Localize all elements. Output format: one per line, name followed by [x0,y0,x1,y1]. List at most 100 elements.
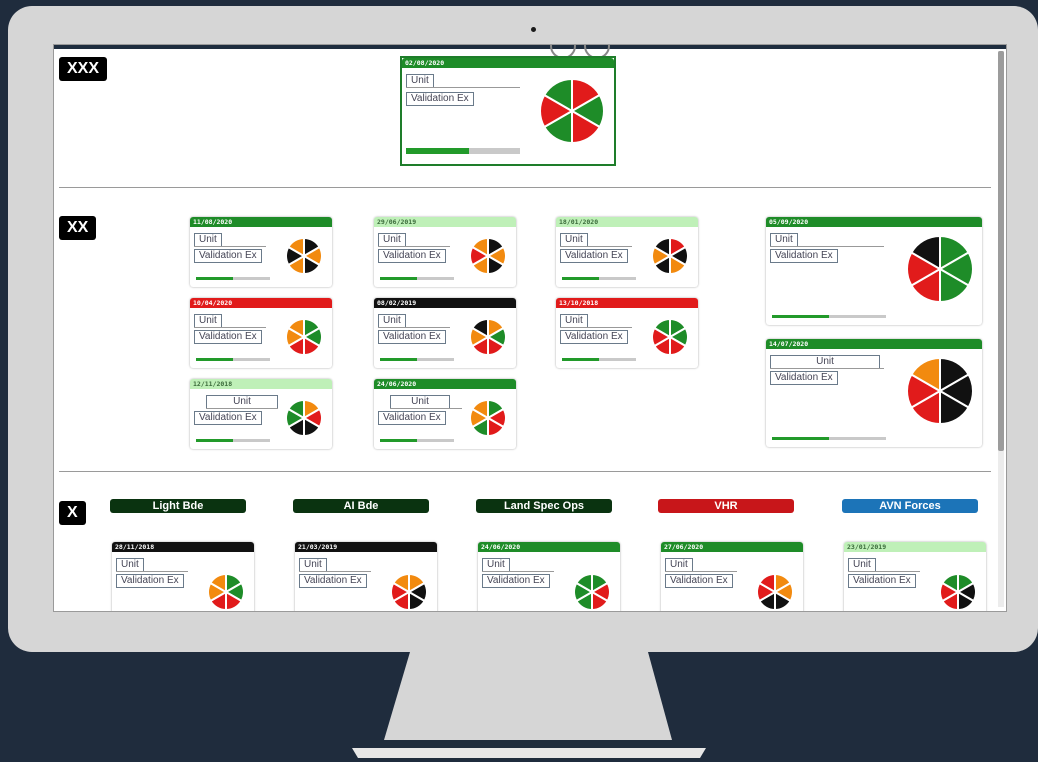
validation-field[interactable]: Validation Ex [482,574,550,588]
progress-fill [562,358,599,361]
card-date-header: 12/11/2018 [190,379,332,389]
card-date-header: 24/06/2020 [478,542,620,552]
validation-field[interactable]: Validation Ex [378,411,446,425]
status-card[interactable]: 28/11/2018 Unit Validation Ex [112,542,254,611]
progress-fill [380,439,417,442]
unit-field[interactable]: Unit [194,314,222,328]
validation-field[interactable]: Validation Ex [560,249,628,263]
status-pie-chart [573,573,611,611]
formation-button[interactable]: AI Bde [293,499,429,513]
unit-field[interactable]: Unit [560,233,588,247]
status-card[interactable]: 18/01/2020 Unit Validation Ex [556,217,698,287]
dashboard-screen: XXX XX X 02/08/2020 Unit Validation Ex 11/0… [53,44,1007,612]
unit-underline [665,571,737,572]
status-pie-chart [756,573,794,611]
validation-field[interactable]: Validation Ex [406,92,474,106]
formation-button[interactable]: Land Spec Ops [476,499,612,513]
validation-field[interactable]: Validation Ex [194,330,262,344]
status-card[interactable]: 11/08/2020 Unit Validation Ex [190,217,332,287]
status-card[interactable]: 05/09/2020 Unit Validation Ex [766,217,982,325]
status-card[interactable]: 13/10/2018 Unit Validation Ex [556,298,698,368]
status-pie-chart [906,235,974,303]
level-label-xxx: XXX [59,57,108,81]
unit-underline [390,408,462,409]
card-date-header: 05/09/2020 [766,217,982,227]
validation-field[interactable]: Validation Ex [665,574,733,588]
unit-field[interactable]: Unit [194,233,222,247]
status-card[interactable]: 14/07/2020 Unit Validation Ex [766,339,982,447]
card-date-header: 21/03/2019 [295,542,437,552]
progress-fill [772,437,829,440]
unit-field[interactable]: Unit [390,395,450,409]
progress-fill [562,277,599,280]
validation-field[interactable]: Validation Ex [299,574,367,588]
status-pie-chart [651,318,689,356]
unit-field[interactable]: Unit [665,558,693,572]
status-pie-chart [939,573,977,611]
progress-bar [196,358,270,361]
unit-field[interactable]: Unit [378,314,406,328]
progress-fill [772,315,829,318]
card-date-header: 11/08/2020 [190,217,332,227]
unit-underline [378,327,450,328]
unit-field[interactable]: Unit [770,233,798,247]
validation-field[interactable]: Validation Ex [560,330,628,344]
status-card[interactable]: 08/02/2019 Unit Validation Ex [374,298,516,368]
progress-fill [380,358,417,361]
validation-field[interactable]: Validation Ex [770,371,838,385]
card-date-header: 08/02/2019 [374,298,516,308]
validation-field[interactable]: Validation Ex [116,574,184,588]
status-card[interactable]: 21/03/2019 Unit Validation Ex [295,542,437,611]
unit-underline [770,368,884,369]
section-divider [59,471,991,472]
unit-field[interactable]: Unit [378,233,406,247]
unit-field[interactable]: Unit [770,355,880,369]
status-pie-chart [539,78,605,144]
formation-button[interactable]: AVN Forces [842,499,978,513]
status-pie-chart [469,237,507,275]
progress-bar [772,315,886,318]
status-card[interactable]: 23/01/2019 Unit Validation Ex [844,542,986,611]
validation-field[interactable]: Validation Ex [378,330,446,344]
level-label-xx: XX [59,216,97,240]
card-date-header: 27/06/2020 [661,542,803,552]
unit-underline [848,571,920,572]
progress-bar [380,439,454,442]
status-card[interactable]: 27/06/2020 Unit Validation Ex [661,542,803,611]
status-card[interactable]: 24/06/2020 Unit Validation Ex [478,542,620,611]
formation-button[interactable]: VHR [658,499,794,513]
validation-field[interactable]: Validation Ex [194,249,262,263]
unit-underline [560,327,632,328]
unit-field[interactable]: Unit [482,558,510,572]
formation-button[interactable]: Light Bde [110,499,246,513]
unit-underline [194,327,266,328]
card-date-header: 24/06/2020 [374,379,516,389]
validation-field[interactable]: Validation Ex [848,574,916,588]
unit-field[interactable]: Unit [206,395,278,409]
progress-bar [196,277,270,280]
validation-field[interactable]: Validation Ex [194,411,262,425]
progress-bar [380,277,454,280]
status-card[interactable]: 29/06/2019 Unit Validation Ex [374,217,516,287]
status-pie-chart [906,357,974,425]
scrollbar-thumb[interactable] [998,51,1004,451]
validation-field[interactable]: Validation Ex [378,249,446,263]
progress-bar [380,358,454,361]
unit-field[interactable]: Unit [406,74,434,88]
unit-underline [299,571,371,572]
status-card[interactable]: 10/04/2020 Unit Validation Ex [190,298,332,368]
unit-field[interactable]: Unit [560,314,588,328]
status-card[interactable]: 24/06/2020 Unit Validation Ex [374,379,516,449]
unit-field[interactable]: Unit [848,558,876,572]
unit-field[interactable]: Unit [299,558,327,572]
status-card[interactable]: 12/11/2018 Unit Validation Ex [190,379,332,449]
main-status-card[interactable]: 02/08/2020 Unit Validation Ex [400,56,616,166]
unit-underline [406,87,520,88]
status-pie-chart [285,318,323,356]
unit-field[interactable]: Unit [116,558,144,572]
card-date-header: 02/08/2020 [402,58,614,68]
validation-field[interactable]: Validation Ex [770,249,838,263]
unit-underline [378,246,450,247]
unit-underline [560,246,632,247]
status-pie-chart [469,318,507,356]
